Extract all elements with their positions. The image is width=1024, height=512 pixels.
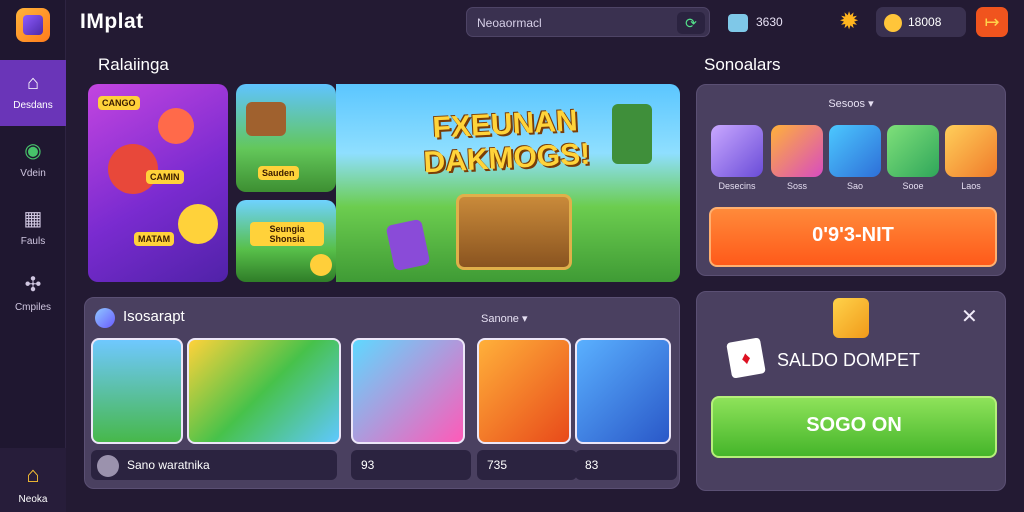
confirm-button[interactable]: SOGO ON — [711, 396, 997, 458]
game-label: Soss — [786, 181, 807, 191]
featured-card-3[interactable]: Seungia Shonsia — [236, 200, 336, 282]
app-title: IMplat — [80, 10, 144, 33]
tree-image — [612, 104, 652, 164]
search-text: Neoaormacl — [477, 16, 542, 30]
chevron-down-icon: ▾ — [868, 98, 874, 110]
game-thumb[interactable] — [711, 125, 763, 177]
dropdown-value: Sanone — [481, 313, 519, 325]
panel-dropdown[interactable]: Sesoos ▾ — [697, 97, 1005, 110]
right-heading: Sonoalars — [704, 55, 781, 74]
star-icon[interactable]: ✹ — [836, 9, 862, 35]
coin-value: 18008 — [908, 15, 942, 29]
hut-image — [246, 102, 286, 136]
recommended-icon — [95, 308, 115, 328]
featured-card-1[interactable]: CANGO CAMIN MATAM — [88, 84, 228, 282]
search-input[interactable]: Neoaormacl ⟳ — [466, 7, 710, 37]
house-icon: ⌂ — [26, 462, 40, 487]
gamepad-icon: ✣ — [24, 274, 42, 296]
wallet-panel: ✕ ♦ SALDO DOMPET SOGO ON — [696, 291, 1006, 491]
wallet-label: SALDO DOMPET — [777, 350, 921, 370]
sidebar: ⌂ Desdans ◉ Vdein ▦ Fauls ✣ Cmpiles ⌂ Ne… — [0, 0, 66, 512]
coin-balance[interactable]: 18008 — [876, 7, 966, 37]
recommended-dropdown[interactable]: Sanone ▾ — [481, 312, 528, 325]
app-logo[interactable] — [16, 8, 50, 42]
sidebar-item-label: Fauls — [20, 236, 46, 247]
games-panel: Sesoos ▾ Desecins Soss Sao Sooe Laos 0'9… — [696, 84, 1006, 276]
counter-value: 3630 — [756, 15, 783, 29]
coin-icon — [884, 13, 902, 32]
chip-item[interactable]: 93 — [351, 450, 471, 480]
tag-label: CANGO — [98, 96, 140, 110]
chip-label: 93 — [361, 458, 375, 472]
exit-button[interactable]: ↦ — [976, 7, 1008, 37]
tag-label: CAMIN — [146, 170, 184, 184]
featured-heading: Ralaiinga — [98, 55, 169, 74]
store-icon: ▦ — [23, 208, 43, 230]
sidebar-item-store[interactable]: ▦ Fauls — [0, 196, 66, 262]
game-thumb[interactable] — [829, 125, 881, 177]
wallet-icon — [728, 13, 748, 32]
search-icon[interactable]: ⟳ — [677, 12, 705, 34]
chevron-down-icon: ▾ — [522, 313, 528, 325]
game-thumb[interactable] — [945, 125, 997, 177]
chip-label: Sano waratnika — [127, 458, 210, 472]
game-label: Desecins — [718, 181, 756, 191]
sidebar-item-world[interactable]: ◉ Vdein — [0, 128, 66, 194]
game-tile[interactable] — [477, 338, 571, 444]
coin-image — [310, 254, 332, 276]
character-image — [178, 204, 218, 244]
game-label: Laos — [961, 181, 981, 191]
exit-icon: ↦ — [984, 12, 1000, 32]
dropdown-value: Sesoos — [828, 98, 866, 110]
globe-icon: ◉ — [24, 140, 42, 162]
sidebar-item-label: Cmpiles — [14, 302, 52, 313]
cube-icon — [833, 298, 869, 338]
chip-label: 83 — [585, 458, 599, 472]
game-tile[interactable] — [91, 338, 183, 444]
tag-label: MATAM — [134, 232, 175, 246]
avatar — [97, 454, 119, 477]
game-tile[interactable] — [575, 338, 671, 444]
game-label: Sooe — [902, 181, 924, 191]
character-image — [158, 108, 194, 144]
close-icon[interactable]: ✕ — [961, 304, 978, 329]
card-image — [385, 218, 431, 272]
featured-card-2[interactable]: Sauden — [236, 84, 336, 192]
hero-title: FXEUNAN DAKMOGS! — [422, 104, 591, 180]
sidebar-item-label: Vdein — [20, 168, 46, 179]
game-thumb[interactable] — [887, 125, 939, 177]
hero-banner[interactable]: FXEUNAN DAKMOGS! — [336, 84, 680, 282]
sidebar-item-label: Desdans — [13, 100, 53, 111]
chip-label: 735 — [487, 458, 508, 472]
tag-label: Sauden — [258, 166, 299, 180]
game-tile[interactable] — [351, 338, 465, 444]
play-button[interactable]: 0'9'3-NIT — [709, 207, 997, 267]
sidebar-item-bottom[interactable]: ⌂ Neoka — [0, 448, 66, 512]
counter-display: 3630 — [728, 10, 783, 34]
sidebar-item-label: Neoka — [18, 494, 48, 505]
chip-item[interactable]: 735 — [477, 450, 577, 480]
game-tile[interactable] — [187, 338, 341, 444]
sidebar-item-games[interactable]: ✣ Cmpiles — [0, 262, 66, 328]
chip-item[interactable]: 83 — [575, 450, 677, 480]
chip-item[interactable]: Sano waratnika — [91, 450, 337, 480]
game-thumb[interactable] — [771, 125, 823, 177]
home-icon: ⌂ — [26, 72, 40, 94]
recommended-title: Isosarapt — [123, 308, 185, 325]
sidebar-item-home[interactable]: ⌂ Desdans — [0, 60, 66, 126]
game-label: Sao — [846, 181, 863, 191]
tag-label: Seungia Shonsia — [250, 222, 324, 246]
recommended-panel: Isosarapt Sanone ▾ Sano waratnika 93 735… — [84, 297, 680, 489]
treasure-chest-image — [456, 194, 572, 270]
playing-card-icon: ♦ — [726, 337, 766, 379]
character-image — [108, 144, 158, 194]
